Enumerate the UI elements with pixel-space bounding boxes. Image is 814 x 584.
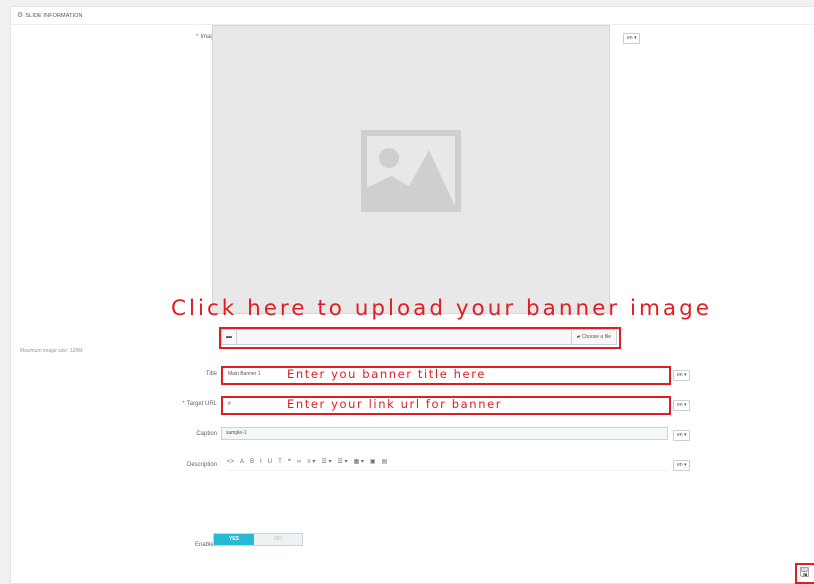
cogs-icon: ⚙: [17, 12, 24, 19]
media-icon[interactable]: ▤: [382, 458, 388, 465]
bold-icon[interactable]: B: [250, 459, 254, 465]
description-lang-select[interactable]: en ▾: [673, 460, 691, 471]
numbered-list-icon[interactable]: ☰ ▾: [338, 458, 348, 465]
placeholder-landscape: [367, 148, 455, 206]
bullet-list-icon[interactable]: ☰ ▾: [321, 458, 331, 465]
image-placeholder-icon: [361, 130, 461, 212]
italic-icon[interactable]: I: [260, 459, 262, 465]
choose-file-button[interactable]: ▰ Choose a file: [570, 330, 616, 344]
folder-icon: ▰: [576, 334, 581, 340]
url-annotation: Enter your link url for banner: [287, 397, 503, 411]
image-label: * Image: [150, 34, 217, 40]
panel-heading: ⚙ SLIDE INFORMATION: [11, 7, 814, 25]
url-lang-select[interactable]: en ▾: [673, 400, 691, 411]
text-color-icon[interactable]: A: [240, 459, 244, 465]
description-label: Description: [186, 462, 217, 468]
table-icon[interactable]: ▦ ▾: [354, 458, 364, 465]
source-icon[interactable]: <>: [227, 459, 234, 465]
toggle-yes[interactable]: YES: [214, 534, 254, 545]
image-preview[interactable]: [212, 25, 610, 314]
target-url-label: * Target URL: [150, 401, 217, 407]
file-upload-field[interactable]: ▬ ▰ Choose a file: [221, 329, 617, 345]
align-icon[interactable]: ≡ ▾: [307, 458, 315, 465]
toggle-no[interactable]: NO: [254, 534, 302, 545]
strikethrough-icon[interactable]: T: [278, 459, 282, 465]
enabled-label: Enabled: [194, 542, 217, 548]
upload-annotation: Click here to upload your banner image: [171, 296, 712, 321]
image-icon[interactable]: ▣: [370, 458, 376, 465]
save-icon[interactable]: 🖫: [797, 565, 812, 580]
link-icon[interactable]: ∞: [297, 459, 301, 465]
enabled-toggle[interactable]: YES NO: [213, 533, 303, 546]
description-editor[interactable]: [221, 472, 669, 522]
target-url-label-text: Target URL: [186, 401, 217, 407]
title-annotation: Enter you banner title here: [287, 367, 486, 381]
image-lang-select[interactable]: en ▾: [623, 33, 641, 44]
underline-icon[interactable]: U: [268, 459, 272, 465]
title-label: Title: [205, 371, 217, 377]
panel-title: SLIDE INFORMATION: [25, 13, 83, 19]
caption-lang-select[interactable]: en ▾: [673, 430, 691, 441]
caption-input[interactable]: sample-1: [221, 427, 668, 440]
choose-file-label: Choose a file: [581, 334, 611, 340]
blockquote-icon[interactable]: ❝: [288, 458, 291, 465]
file-icon: ▬: [222, 330, 237, 344]
placeholder-inner: [367, 136, 455, 206]
caption-label: Caption: [196, 431, 217, 437]
required-mark: *: [182, 401, 185, 407]
max-size-note: Maximum image size: 128M.: [20, 348, 84, 354]
required-mark: *: [195, 34, 199, 40]
editor-toolbar: <> A B I U T ❝ ∞ ≡ ▾ ☰ ▾ ☰ ▾ ▦ ▾ ▣ ▤: [227, 458, 667, 471]
title-lang-select[interactable]: en ▾: [673, 370, 691, 381]
